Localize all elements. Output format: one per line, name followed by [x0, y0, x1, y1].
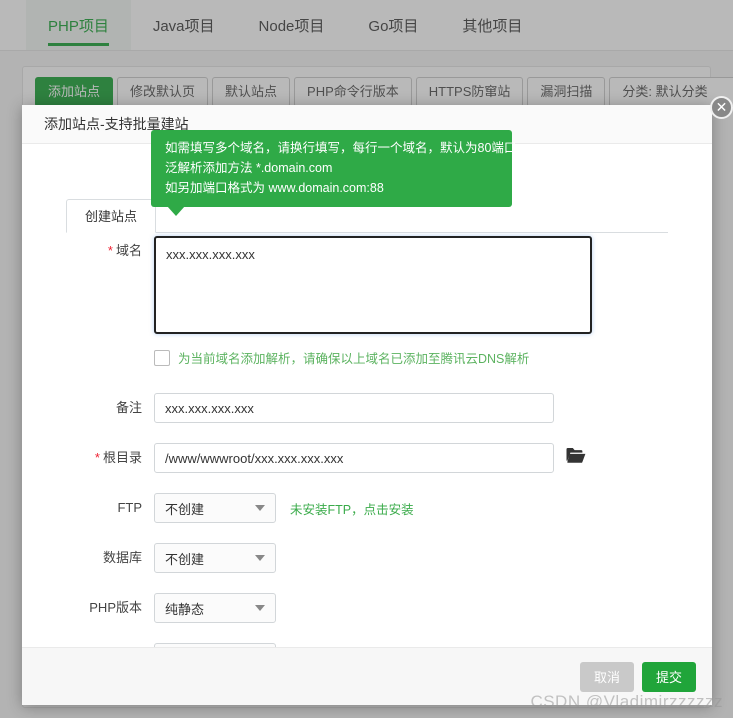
domain-input[interactable]: [154, 236, 592, 334]
domain-tooltip: 如需填写多个域名，请换行填写，每行一个域名，默认为80端口 泛解析添加方法 *.…: [151, 130, 517, 216]
database-field-area: 不创建: [154, 543, 712, 573]
root-dir-input[interactable]: [154, 443, 554, 473]
chevron-down-icon: [255, 605, 265, 611]
dialog-body: 创建站点 *域名 为当前域名添加解析，请确保以上域名已添加至腾讯云DNS解析 备: [22, 144, 712, 673]
form-row-php-version: PHP版本 纯静态: [22, 593, 712, 623]
tooltip-line: 如需填写多个域名，请换行填写，每行一个域名，默认为80端口: [165, 141, 517, 155]
tooltip-line: 泛解析添加方法 *.domain.com: [165, 161, 333, 175]
ftp-select-value: 不创建: [165, 501, 205, 517]
dns-resolve-checkbox[interactable]: [154, 349, 170, 366]
remark-input[interactable]: [154, 393, 554, 423]
close-icon[interactable]: ✕: [710, 96, 733, 119]
remark-label: 备注: [115, 400, 142, 415]
form-row-remark: 备注: [22, 393, 712, 423]
ftp-select[interactable]: 不创建: [154, 493, 276, 523]
ftp-field-area: 不创建 未安装FTP，点击安装: [154, 493, 712, 523]
required-asterisk: *: [94, 450, 100, 465]
domain-field-area: 为当前域名添加解析，请确保以上域名已添加至腾讯云DNS解析: [154, 236, 712, 367]
database-select[interactable]: 不创建: [154, 543, 276, 573]
folder-icon[interactable]: [566, 447, 586, 469]
php-version-select[interactable]: 纯静态: [154, 593, 276, 623]
domain-label: * 域名: [22, 236, 154, 266]
database-label: 数据库: [102, 550, 142, 565]
tooltip-line: 如另加端口格式为 www.domain.com:88: [165, 181, 384, 195]
root-dir-field-area: [154, 443, 712, 473]
database-select-value: 不创建: [165, 551, 205, 567]
php-version-field-area: 纯静态: [154, 593, 712, 623]
remark-field-area: [154, 393, 712, 423]
php-version-label: PHP版本: [89, 600, 142, 615]
form-row-root-dir: * 根目录: [22, 443, 712, 473]
ftp-label: FTP: [117, 500, 142, 515]
chevron-down-icon: [255, 555, 265, 561]
dns-resolve-check-row: 为当前域名添加解析，请确保以上域名已添加至腾讯云DNS解析: [154, 348, 712, 367]
site-form: *域名 为当前域名添加解析，请确保以上域名已添加至腾讯云DNS解析 备注: [22, 236, 712, 691]
cancel-button[interactable]: 取消: [579, 661, 634, 692]
php-version-select-value: 纯静态: [165, 601, 205, 617]
form-row-ftp: FTP 不创建 未安装FTP，点击安装: [22, 493, 712, 523]
form-row-domain: *域名 为当前域名添加解析，请确保以上域名已添加至腾讯云DNS解析: [22, 236, 712, 367]
required-asterisk: *: [107, 243, 113, 258]
root-dir-label: * 根目录: [22, 443, 154, 473]
root-dir-label-text: 根目录: [102, 450, 142, 465]
dns-resolve-label: 为当前域名添加解析，请确保以上域名已添加至腾讯云DNS解析: [178, 352, 530, 366]
chevron-down-icon: [255, 505, 265, 511]
domain-label-text: 域名: [115, 243, 142, 258]
tab-create-site[interactable]: 创建站点: [66, 199, 157, 233]
watermark: CSDN @Vladimirzzzzzz: [530, 692, 723, 711]
submit-button[interactable]: 提交: [641, 661, 696, 692]
ftp-install-hint[interactable]: 未安装FTP，点击安装: [290, 499, 414, 518]
form-row-database: 数据库 不创建: [22, 543, 712, 573]
